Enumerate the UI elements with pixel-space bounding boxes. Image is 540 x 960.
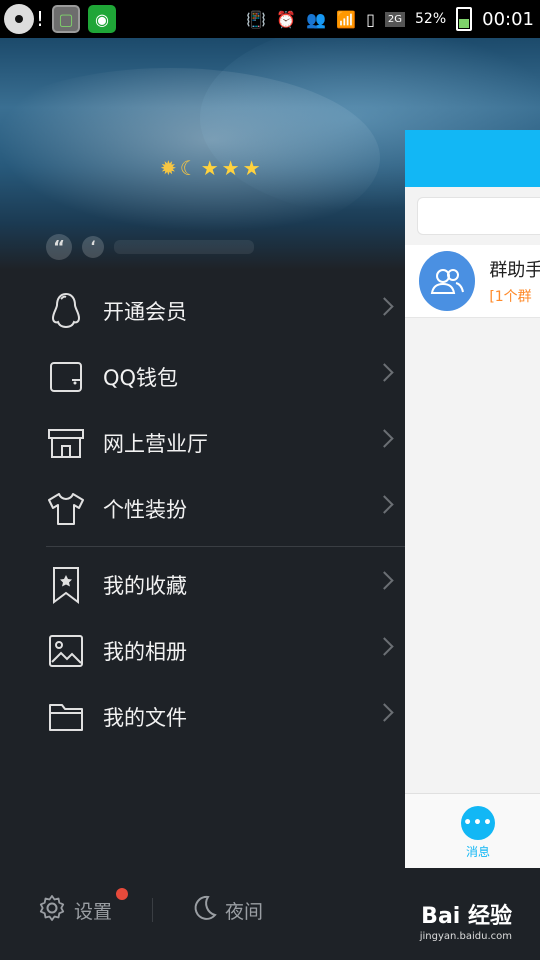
chevron-right-icon (375, 571, 394, 590)
notification-dot (116, 888, 129, 900)
conversation-preview: [1个群 (489, 289, 532, 305)
menu-item-label: 开通会员 (103, 300, 187, 324)
wifi-icon: 📶 (336, 9, 357, 29)
tab-messages[interactable]: ••• 消息 (461, 806, 495, 860)
menu-item-album[interactable]: 我的相册 (0, 618, 405, 684)
tshirt-icon (46, 489, 86, 529)
watermark-logo-text: Bai 经验 (421, 904, 512, 929)
chevron-right-icon (375, 637, 394, 656)
star-icon: ★ (200, 156, 219, 180)
bottom-divider (152, 898, 154, 922)
menu-item-label: 个性装扮 (103, 498, 187, 522)
message-bubble-icon: ••• (461, 806, 495, 840)
network-type: 2G (384, 11, 405, 27)
menu-item-label: 我的相册 (103, 640, 187, 664)
menu-item-label: 我的收藏 (103, 574, 187, 598)
storefront-icon (46, 423, 86, 463)
app-notification-icon-green: ◉ (88, 5, 117, 33)
alarm-icon: ⏰ (276, 9, 297, 29)
qq-level-badges[interactable]: ✹ ☾ ★ ★ ★ (160, 156, 261, 180)
night-mode-label: 夜间 (225, 900, 264, 923)
chevron-right-icon (375, 495, 394, 514)
disc-icon (4, 4, 34, 34)
conversation-item-group-assistant[interactable]: 群助手 [1个群 (405, 245, 540, 318)
quote-icon: “ (46, 234, 72, 260)
baidu-jingyan-watermark: Bai 经验 jingyan.baidu.com (420, 898, 512, 942)
chevron-right-icon (375, 363, 394, 382)
gear-icon (38, 894, 66, 926)
group-avatar-icon (419, 251, 476, 311)
menu-item-files[interactable]: 我的文件 (0, 684, 405, 750)
menu-item-personalize[interactable]: 个性装扮 (0, 476, 405, 542)
night-mode-button[interactable]: 夜间 (191, 894, 263, 926)
clock: 00:01 (482, 8, 534, 30)
settings-label: 设置 (74, 900, 113, 923)
menu-item-online-hall[interactable]: 网上营业厅 (0, 410, 405, 476)
folder-icon (46, 697, 86, 737)
quote-icon-small: ‘ (82, 236, 104, 258)
signature-text-blurred (114, 240, 254, 254)
drawer-bottom-bar: 设置 夜间 (0, 880, 405, 940)
watermark-url: jingyan.baidu.com (419, 931, 512, 942)
bottom-tab-bar: ••• 消息 (405, 793, 540, 868)
chevron-right-icon (375, 703, 394, 722)
menu-item-label: 网上营业厅 (103, 432, 208, 456)
notification-alert: ! (36, 7, 45, 31)
image-icon (46, 631, 86, 671)
app-notification-icon: ▢ (52, 5, 81, 33)
bookmark-icon (46, 565, 86, 605)
star-icon: ★ (242, 156, 261, 180)
sim-icon: ▯ (366, 9, 375, 29)
chevron-right-icon (375, 297, 394, 316)
vibrate-icon: 📳 (246, 9, 267, 29)
main-title-bar (405, 130, 540, 187)
signature-row[interactable]: “ ‘ (46, 234, 254, 260)
penguin-icon (46, 291, 86, 331)
settings-button[interactable]: 设置 (38, 888, 129, 926)
menu-item-label: QQ钱包 (103, 366, 179, 390)
wallet-icon (46, 357, 86, 397)
menu-item-label: 我的文件 (103, 706, 187, 730)
sun-icon: ✹ (160, 156, 177, 180)
battery-percent: 52% (415, 11, 447, 27)
menu-item-favorites[interactable]: 我的收藏 (0, 552, 405, 618)
contacts-icon: 👥 (306, 9, 327, 29)
status-bar: ! ▢ ◉ 📳 ⏰ 👥 📶 ▯ 2G 52% 00:01 (0, 0, 540, 38)
menu-item-wallet[interactable]: QQ钱包 (0, 344, 405, 410)
chevron-right-icon (375, 429, 394, 448)
menu-item-vip[interactable]: 开通会员 (0, 278, 405, 344)
star-icon: ★ (221, 156, 240, 180)
conversation-name: 群助手 (489, 260, 540, 281)
battery-icon (456, 7, 473, 31)
menu-divider (46, 546, 405, 547)
moon-icon: ☾ (179, 156, 198, 180)
tab-messages-label: 消息 (465, 845, 490, 859)
moon-icon (191, 894, 217, 926)
main-screen-preview[interactable]: 群助手 [1个群 ••• 消息 (405, 130, 540, 868)
drawer-menu: 开通会员 QQ钱包 网上营业厅 个性装扮 我的收藏 我的相册 我的文件 (0, 278, 405, 750)
search-input[interactable] (417, 197, 540, 235)
